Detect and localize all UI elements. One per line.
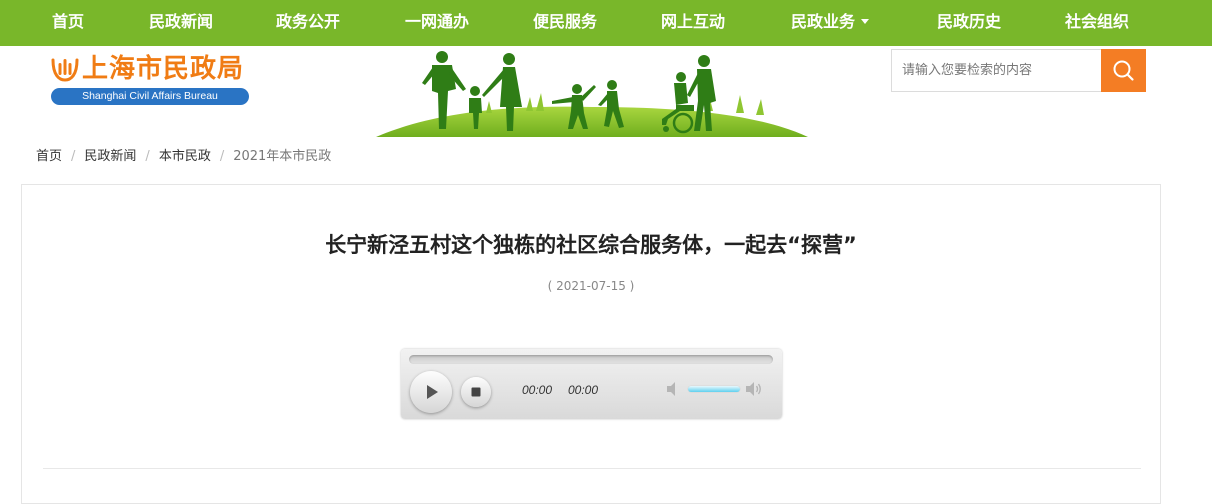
breadcrumb-local-affairs[interactable]: 本市民政 bbox=[159, 149, 211, 164]
nav-item-civil-affairs-business[interactable]: 民政业务 bbox=[790, 0, 870, 46]
article-title: 长宁新泾五村这个独栋的社区综合服务体，一起去“探营” bbox=[325, 233, 857, 257]
stop-button[interactable] bbox=[461, 377, 491, 407]
nav-item-history[interactable]: 民政历史 bbox=[937, 0, 1001, 46]
breadcrumb: 首页 / 民政新闻 / 本市民政 / 2021年本市民政 bbox=[36, 147, 331, 167]
nav-item-government-affairs[interactable]: 政务公开 bbox=[276, 0, 340, 46]
search-button[interactable] bbox=[1101, 49, 1146, 92]
search-icon bbox=[1113, 60, 1134, 81]
chevron-down-icon bbox=[861, 19, 870, 24]
current-time: 00:00 bbox=[522, 383, 553, 397]
audio-player: 00:00 00:00 bbox=[401, 349, 782, 419]
family-silhouette-banner bbox=[376, 51, 808, 137]
nav-item-home[interactable]: 首页 bbox=[52, 0, 84, 46]
content-divider bbox=[43, 468, 1141, 469]
breadcrumb-home[interactable]: 首页 bbox=[36, 149, 62, 164]
logo-emblem-icon bbox=[51, 58, 79, 82]
stop-icon bbox=[471, 387, 481, 397]
breadcrumb-current: 2021年本市民政 bbox=[233, 149, 332, 164]
nav-item-one-stop-service[interactable]: 一网通办 bbox=[405, 0, 469, 46]
volume-max-icon[interactable] bbox=[745, 381, 763, 397]
nav-item-news[interactable]: 民政新闻 bbox=[149, 0, 213, 46]
nav-item-social-organizations[interactable]: 社会组织 bbox=[1065, 0, 1129, 46]
search-input[interactable] bbox=[891, 49, 1102, 92]
article-container: 长宁新泾五村这个独栋的社区综合服务体，一起去“探营” ( 2021-07-15 … bbox=[21, 184, 1161, 504]
article-date: ( 2021-07-15 ) bbox=[547, 279, 635, 293]
logo-subtitle: Shanghai Civil Affairs Bureau bbox=[51, 88, 249, 105]
main-nav: 首页 民政新闻 政务公开 一网通办 便民服务 网上互动 民政业务 民政历史 社会… bbox=[0, 0, 1212, 46]
volume-slider[interactable] bbox=[688, 386, 740, 392]
site-logo[interactable]: 上海市民政局 Shanghai Civil Affairs Bureau bbox=[50, 52, 252, 107]
breadcrumb-news[interactable]: 民政新闻 bbox=[84, 149, 136, 164]
audio-progress-bar[interactable] bbox=[409, 355, 773, 364]
breadcrumb-separator: / bbox=[219, 149, 225, 164]
logo-title: 上海市民政局 bbox=[82, 54, 245, 84]
play-button[interactable] bbox=[410, 371, 452, 413]
play-icon bbox=[427, 385, 438, 399]
duration-time: 00:00 bbox=[568, 383, 599, 397]
breadcrumb-separator: / bbox=[71, 149, 76, 164]
nav-item-label: 民政业务 bbox=[790, 12, 856, 31]
breadcrumb-separator: / bbox=[145, 149, 150, 164]
nav-item-public-service[interactable]: 便民服务 bbox=[533, 0, 597, 46]
mute-icon[interactable] bbox=[665, 381, 683, 397]
nav-item-online-interaction[interactable]: 网上互动 bbox=[661, 0, 725, 46]
site-search bbox=[891, 49, 1146, 92]
